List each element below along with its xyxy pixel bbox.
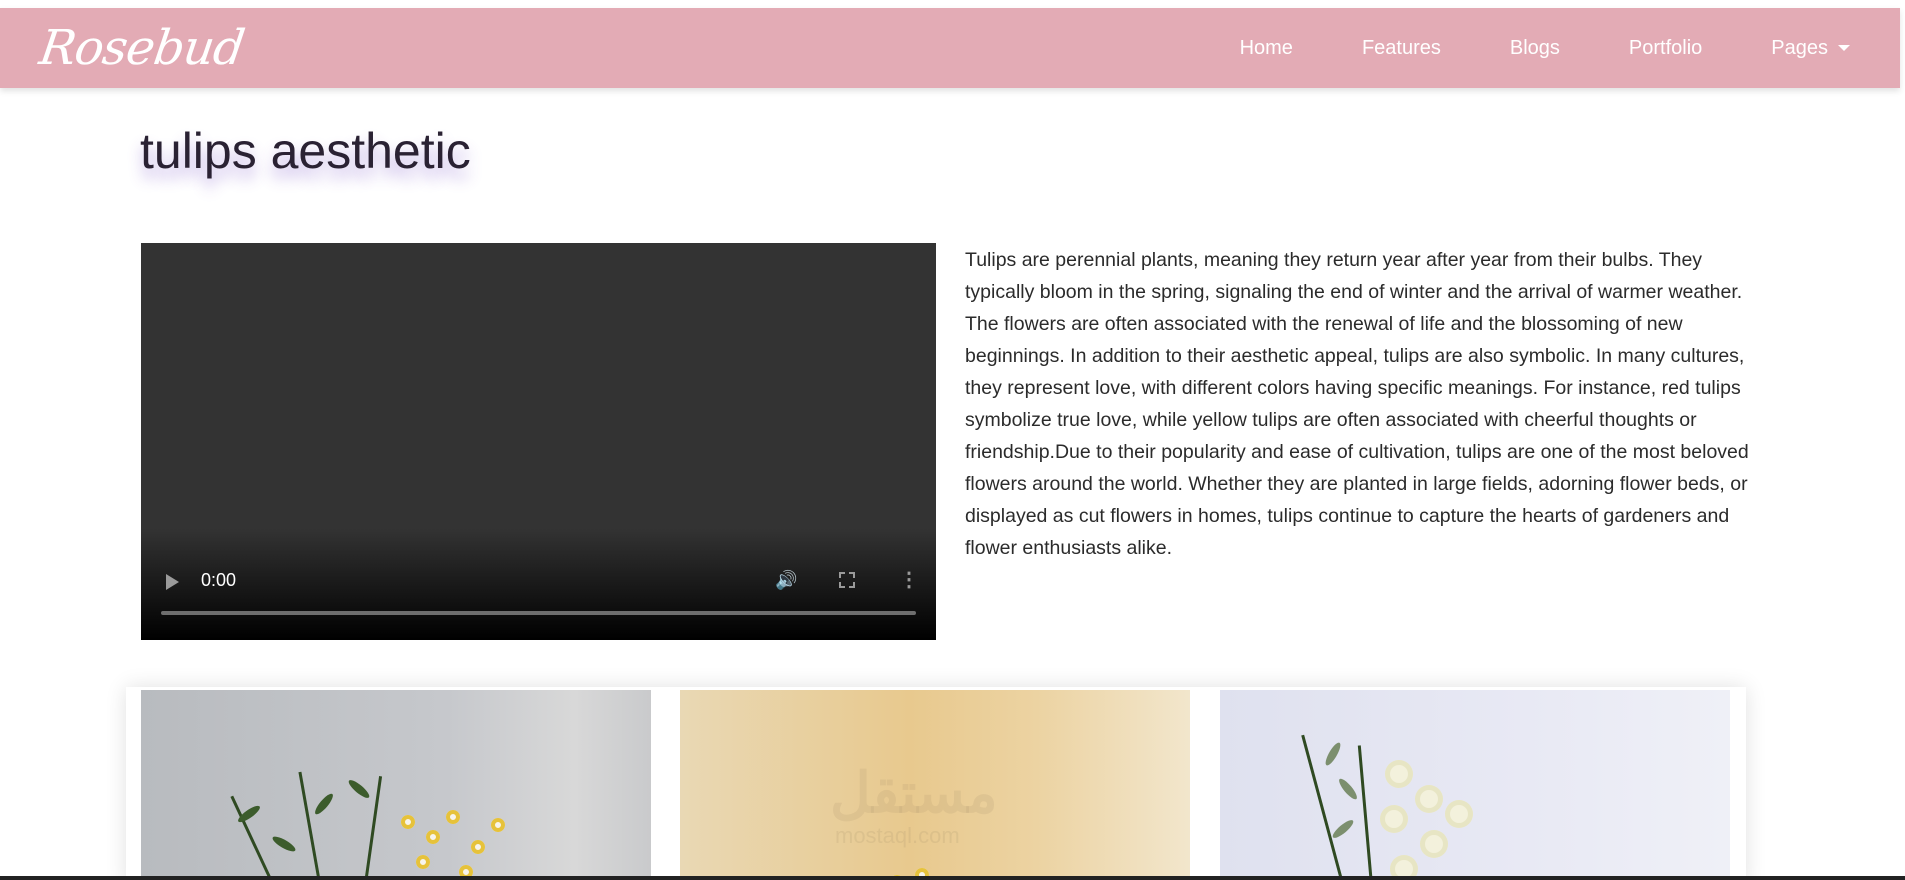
rose-shape [1385,760,1413,788]
daisy-shape [446,810,460,824]
watermark-subtext: mostaql.com [835,823,960,848]
window-bottom-edge [0,876,1905,880]
leaf-shape [346,777,372,801]
brand-logo[interactable]: Rosebud [36,20,247,76]
volume-icon[interactable]: 🔊 [775,570,797,591]
gallery-image-white-roses[interactable] [1220,690,1730,880]
rose-shape [1420,830,1448,858]
chevron-down-icon [1838,45,1850,51]
nav-item-pages[interactable]: Pages [1771,37,1850,60]
gallery-image-yellow-curtain[interactable]: مستقل mostaql.com [680,690,1190,880]
stem-shape [1357,745,1373,880]
daisy-shape [426,830,440,844]
watermark-text: مستقل [830,761,998,824]
nav-links: Home Features Blogs Portfolio Pages [1171,8,1850,88]
daisy-shape [401,815,415,829]
play-icon[interactable] [166,574,179,590]
gallery-image-green-bouquet[interactable] [141,690,651,880]
daisy-shape [471,840,485,854]
page-title: tulips aesthetic [140,123,471,179]
leaf-shape [312,791,336,817]
leaf-shape [1330,817,1356,841]
video-time: 0:00 [201,570,237,590]
leaf-shape [270,834,298,854]
nav-item-home[interactable]: Home [1240,37,1293,60]
nav-item-portfolio[interactable]: Portfolio [1629,37,1702,60]
more-vert-icon[interactable]: ⋮ [899,567,919,592]
nav-item-pages-label: Pages [1771,36,1828,59]
stem-shape [1301,734,1343,880]
rose-shape [1445,800,1473,828]
leaf-shape [1323,740,1343,768]
rose-shape [1380,805,1408,833]
video-progress-bar[interactable] [161,611,916,615]
fullscreen-icon[interactable] [839,572,855,588]
stem-shape [298,771,324,880]
nav-item-features[interactable]: Features [1362,37,1441,60]
daisy-shape [491,818,505,832]
navbar: Rosebud Home Features Blogs Portfolio Pa… [0,8,1900,88]
video-player[interactable]: 0:00 🔊 ⋮ [141,243,936,640]
nav-item-blogs[interactable]: Blogs [1510,37,1560,60]
daisy-shape [416,855,430,869]
leaf-shape [1336,776,1360,802]
page-description: Tulips are perennial plants, meaning the… [965,249,1749,559]
rose-shape [1415,785,1443,813]
